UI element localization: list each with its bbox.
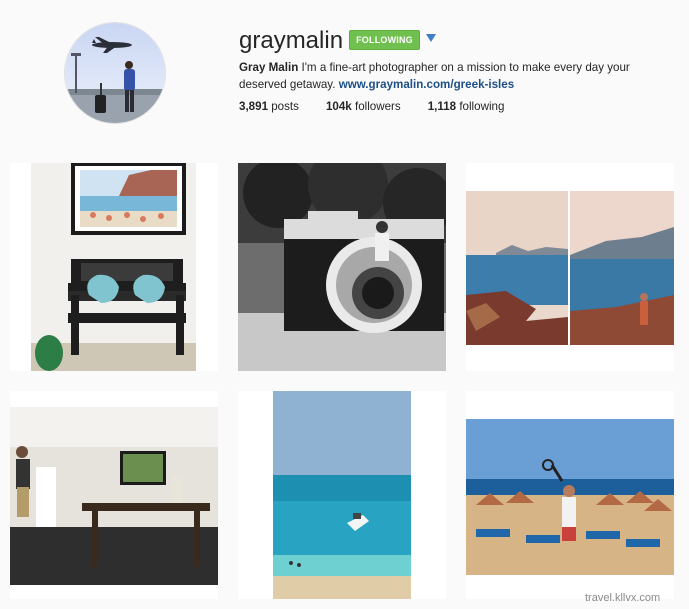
following-stat[interactable]: 1,118 following bbox=[428, 100, 505, 113]
posts-count: 3,891 bbox=[239, 100, 269, 113]
caret-down-icon[interactable] bbox=[426, 34, 436, 42]
followers-count: 104k bbox=[325, 100, 352, 113]
followers-stat[interactable]: 104k followers bbox=[326, 100, 401, 113]
profile-avatar bbox=[64, 22, 166, 124]
profile-username: graymalin bbox=[239, 27, 344, 54]
posts-label: posts bbox=[268, 100, 299, 113]
following-label: following bbox=[456, 100, 505, 113]
post-camera-sculpture[interactable] bbox=[238, 163, 446, 371]
following-count: 1,118 bbox=[427, 100, 457, 113]
bio-name: Gray Malin bbox=[239, 61, 299, 74]
bio-link[interactable]: www.graymalin.com/greek-isles bbox=[339, 78, 514, 91]
watermark-text: travel.kllvx.com bbox=[585, 592, 661, 604]
profile-bio: Gray Malin I'm a fine-art photographer o… bbox=[239, 59, 679, 93]
post-boat-aerial[interactable] bbox=[238, 391, 446, 599]
followers-label: followers bbox=[351, 100, 401, 113]
post-beach-umbrellas[interactable] bbox=[466, 391, 674, 599]
post-hallway-bench[interactable] bbox=[10, 163, 218, 371]
posts-stat[interactable]: 3,891 posts bbox=[239, 100, 299, 113]
post-santorini-diptych[interactable] bbox=[466, 163, 674, 371]
following-button[interactable]: FOLLOWING bbox=[349, 30, 420, 50]
profile-stats: 3,891 posts 104k followers 1,118 followi… bbox=[239, 100, 531, 113]
post-villa-interior[interactable] bbox=[10, 391, 218, 599]
